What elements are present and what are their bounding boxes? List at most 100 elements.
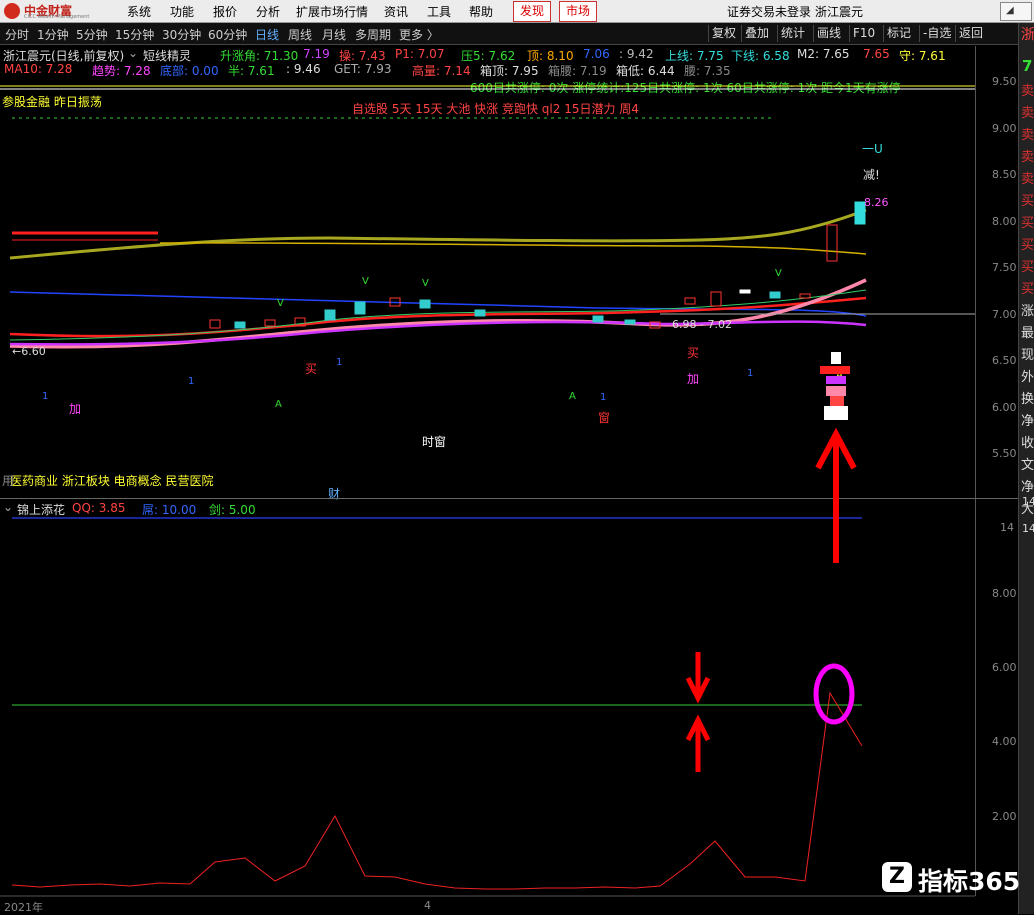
annotation-red-arrow-down [685, 652, 711, 704]
menu-system[interactable]: 系统 [127, 3, 151, 20]
mark-button[interactable]: 标记 [883, 25, 914, 42]
ma-yellow [159, 242, 867, 255]
menu-news[interactable]: 资讯 [384, 3, 408, 20]
a-signal-1: A [275, 399, 282, 410]
period-1min[interactable]: 1分钟 [37, 26, 69, 43]
f10-button[interactable]: F10 [849, 25, 878, 42]
indicator-value: 7.06 [583, 47, 610, 61]
side-price: 7 [1022, 57, 1033, 75]
indicator-value: 7.65 [863, 47, 890, 61]
pane-divider[interactable] [0, 498, 1018, 499]
menu-extended-market[interactable]: 扩展市场行情 [296, 3, 368, 20]
side-quote-label: 最 [1021, 326, 1034, 341]
side-quote-label: 卖 [1021, 128, 1034, 143]
indicator-value: 下线: 6.58 [731, 49, 790, 63]
annotation-red-arrow-long-svg [815, 427, 857, 563]
side-quote-label: 涨 [1021, 304, 1034, 319]
statistics-button[interactable]: 统计 [777, 25, 808, 42]
side-quote-label: 净 [1021, 480, 1034, 495]
side-quote-label: 文 [1021, 458, 1034, 473]
y-tick-label: 4.00 [992, 735, 1017, 748]
side-quote-label: 收 [1021, 436, 1034, 451]
period-5min[interactable]: 5分钟 [76, 26, 108, 43]
side-quote-label: 卖 [1021, 106, 1034, 121]
period-15min[interactable]: 15分钟 [115, 26, 154, 43]
menu-quote[interactable]: 报价 [213, 3, 237, 20]
period-timeshare[interactable]: 分时 [5, 26, 29, 43]
candle [624, 319, 636, 325]
y-tick-label: 9.50 [992, 75, 1017, 88]
login-status: 证券交易未登录 [727, 5, 812, 19]
v-signal-3: V [775, 268, 782, 279]
ma-blue [9, 291, 867, 317]
annotation-red-arrow-shaft [815, 427, 857, 563]
overlay-button[interactable]: 叠加 [741, 25, 772, 42]
price-tag: 8.26 [864, 196, 889, 209]
watermark: Z 指标365 [880, 858, 1020, 898]
logo-subtext: CICC Wealth Management [24, 14, 90, 20]
period-60min[interactable]: 60分钟 [208, 26, 247, 43]
indicator-dropdown-icon[interactable]: ⌄ [128, 46, 138, 60]
y-tick-label: 6.50 [992, 354, 1017, 367]
y-tick-label: 8.50 [992, 168, 1017, 181]
tab-discover[interactable]: 发现 [513, 1, 552, 22]
back-button[interactable]: 返回 [955, 25, 986, 42]
period-more[interactable]: 更多 〉 [399, 26, 439, 43]
tab-market[interactable]: 市场 [559, 1, 598, 22]
indicator-value: M2: 7.65 [797, 47, 850, 61]
side-quote-label: 卖 [1021, 84, 1034, 99]
period-weekly[interactable]: 周线 [288, 26, 312, 43]
v-signal-1: V [362, 276, 369, 287]
reduce-signal: 减! [863, 168, 880, 182]
menu-analysis[interactable]: 分析 [256, 3, 280, 20]
candle [324, 309, 336, 321]
y-tick-label: 9.00 [992, 121, 1017, 135]
candle [592, 315, 604, 323]
candle [826, 224, 838, 262]
low-price-arrow-label: ←6.60 [12, 345, 46, 358]
adjust-button[interactable]: 复权 [708, 25, 739, 42]
candle [474, 309, 486, 317]
candle [769, 291, 781, 299]
side-quote-label: 卖 [1021, 150, 1034, 165]
signal-block-pink [826, 386, 846, 396]
y-tick-label: 2.00 [992, 810, 1017, 823]
period-toolbar: 分时 1分钟 5分钟 15分钟 30分钟 60分钟 日线 周线 月线 多周期 更… [0, 23, 1018, 45]
candle [419, 299, 431, 309]
draw-line-button[interactable]: 画线 [813, 25, 844, 42]
x-axis-year: 2021年 [4, 901, 43, 914]
minimize-icon[interactable]: ◢ [1006, 5, 1014, 16]
y-tick-label: 5.50 [992, 447, 1017, 460]
menu-help[interactable]: 帮助 [469, 3, 493, 20]
v-signal-4: V [277, 298, 284, 309]
side-quote-label: 买 [1021, 260, 1034, 275]
side-quote-label: 现 [1021, 348, 1034, 363]
side-quote-label: 买 [1021, 238, 1034, 253]
one-signal-5: 1 [747, 368, 754, 379]
watermark-logo-icon: Z [882, 862, 912, 892]
period-daily[interactable]: 日线 [255, 26, 279, 43]
logo-icon [4, 3, 20, 19]
side-quote-label: 卖 [1021, 172, 1034, 187]
low-price-value: 6.60 [21, 345, 46, 358]
y-tick-label: 8.00 [992, 587, 1017, 600]
y-tick-label: 6.00 [992, 400, 1017, 414]
menu-tools[interactable]: 工具 [427, 3, 451, 20]
period-monthly[interactable]: 月线 [322, 26, 346, 43]
indicator-value: : 9.42 [619, 47, 654, 61]
main-price-chart[interactable] [0, 70, 1018, 500]
window-controls[interactable]: ◢ [1000, 2, 1032, 21]
remove-watchlist-button[interactable]: -自选 [919, 25, 954, 42]
watermark-text: 指标365 [918, 867, 1021, 896]
sub-indicator-chart[interactable] [0, 500, 1018, 900]
signal-block-red2 [830, 396, 844, 406]
side-quote-label: 换 [1021, 392, 1034, 407]
one-signal-4: 1 [600, 392, 607, 403]
menu-function[interactable]: 功能 [170, 3, 194, 20]
period-30min[interactable]: 30分钟 [162, 26, 201, 43]
buy-signal-1: 买 [305, 362, 318, 376]
candle [209, 319, 221, 329]
period-multi[interactable]: 多周期 [355, 26, 391, 43]
candle [710, 291, 722, 307]
buy-signal-2: 买 [687, 346, 700, 360]
